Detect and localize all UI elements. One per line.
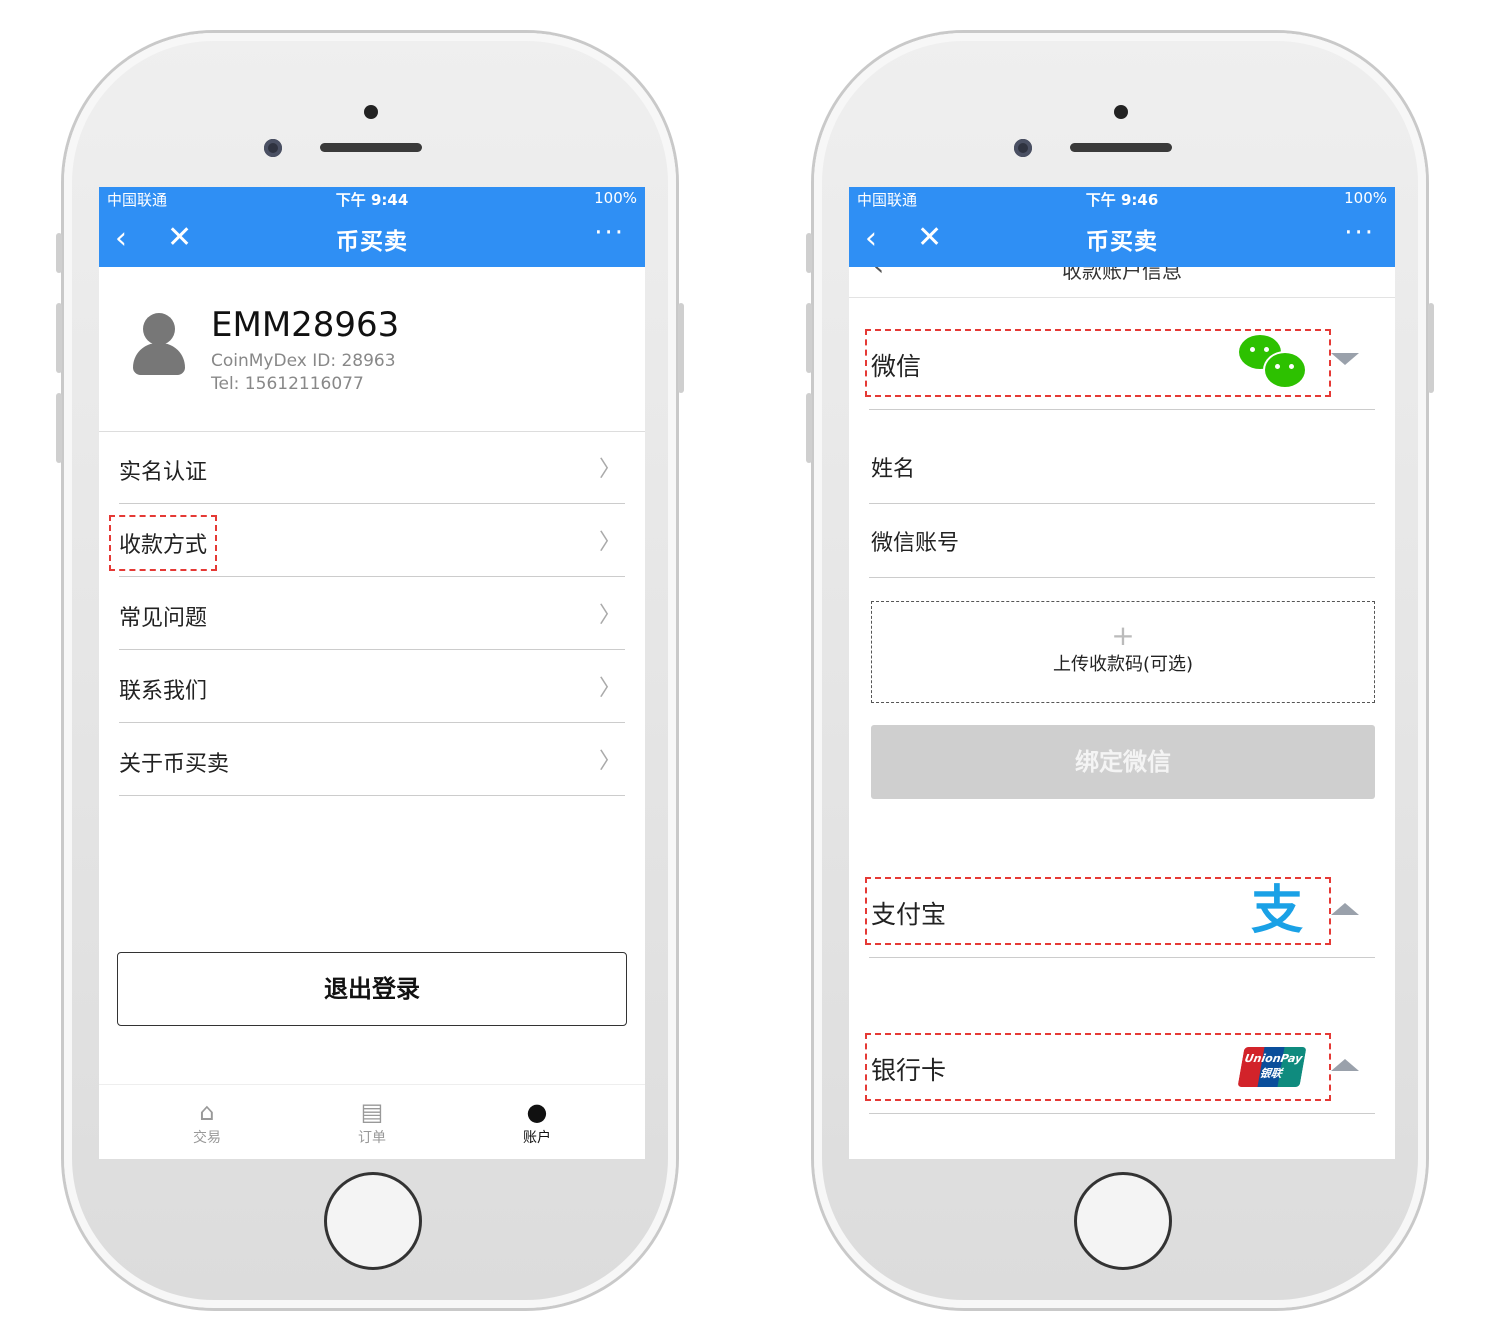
screen-account: 中国联通 下午 9:44 100% ‹ ✕ 币买卖 ··· EMM28963 C… [99, 187, 645, 1159]
front-camera [1014, 139, 1032, 157]
section-title: 微信 [871, 352, 922, 381]
menu-item-verification[interactable]: 实名认证 〉 [119, 431, 625, 504]
bind-wechat-button[interactable]: 绑定微信 [871, 725, 1375, 799]
volume-down-button [56, 393, 62, 463]
menu-item-about[interactable]: 关于币买卖 〉 [119, 723, 625, 796]
status-time: 下午 9:44 [335, 191, 409, 209]
sub-header: ‹ 收款账户信息 [849, 267, 1395, 298]
tab-label: 订单 [358, 1130, 386, 1146]
section-title: 支付宝 [871, 900, 947, 929]
sub-header-title: 收款账户信息 [1062, 267, 1182, 283]
field-label: 微信账号 [871, 531, 960, 556]
nav-bar: ‹ ✕ 币买卖 ··· [849, 209, 1395, 267]
upload-label: 上传收款码(可选) [1052, 654, 1194, 675]
more-icon[interactable]: ··· [1344, 218, 1375, 248]
upload-qr-area[interactable]: + 上传收款码(可选) [871, 601, 1375, 703]
name-field[interactable]: 姓名 [869, 431, 1375, 504]
battery-level: 100% [1344, 189, 1387, 207]
wechat-section-header[interactable]: 微信 [865, 329, 1375, 410]
home-button[interactable] [1074, 1172, 1172, 1270]
tab-bar: ⌂ 交易 ▤ 订单 ● 账户 [99, 1084, 645, 1159]
home-icon: ⌂ [199, 1098, 215, 1126]
proximity-sensor [364, 105, 378, 119]
user-icon: ● [526, 1098, 548, 1126]
tab-trade[interactable]: ⌂ 交易 [167, 1097, 247, 1147]
phone-right: 中国联通 下午 9:46 100% ‹ ✕ 币买卖 ··· ‹ 收款账户信息 微… [806, 33, 1434, 1308]
chevron-right-icon: 〉 [598, 749, 621, 774]
plus-icon: + [1111, 619, 1135, 652]
account-menu: 实名认证 〉 收款方式 〉 常见问题 〉 联系我们 〉 关于币买卖 〉 [108, 431, 625, 796]
unionpay-icon: UnionPay 银联 [1237, 1039, 1307, 1087]
logout-button[interactable]: 退出登录 [117, 952, 627, 1026]
user-id: CoinMyDex ID: 28963 [211, 351, 396, 371]
avatar-icon [133, 313, 185, 375]
wechat-icon [1239, 335, 1307, 389]
caret-down-icon[interactable] [1331, 353, 1359, 365]
menu-item-payment-methods[interactable]: 收款方式 〉 [108, 504, 625, 577]
page-title: 币买卖 [1086, 229, 1158, 255]
menu-item-label: 收款方式 [108, 515, 218, 571]
menu-item-faq[interactable]: 常见问题 〉 [119, 577, 625, 650]
status-bar: 中国联通 下午 9:44 100% [99, 187, 645, 209]
chevron-right-icon: 〉 [598, 530, 621, 555]
power-button [1428, 303, 1434, 393]
bank-card-section-header[interactable]: 银行卡 UnionPay 银联 [865, 1033, 1375, 1114]
menu-item-label: 常见问题 [119, 606, 208, 631]
caret-up-icon[interactable] [1331, 903, 1359, 915]
tab-label: 账户 [523, 1130, 551, 1146]
more-icon[interactable]: ··· [594, 218, 625, 248]
volume-up-button [806, 303, 812, 373]
tab-orders[interactable]: ▤ 订单 [332, 1097, 412, 1147]
front-camera [264, 139, 282, 157]
home-button[interactable] [324, 1172, 422, 1270]
power-button [678, 303, 684, 393]
volume-up-button [56, 303, 62, 373]
battery-level: 100% [594, 189, 637, 207]
earpiece-speaker [1070, 143, 1172, 152]
status-bar: 中国联通 下午 9:46 100% [849, 187, 1395, 209]
orders-icon: ▤ [360, 1098, 384, 1126]
volume-down-button [806, 393, 812, 463]
nav-bar: ‹ ✕ 币买卖 ··· [99, 209, 645, 267]
profile-card: EMM28963 CoinMyDex ID: 28963 Tel: 156121… [99, 267, 645, 432]
field-label: 姓名 [871, 457, 916, 482]
chevron-right-icon: 〉 [598, 676, 621, 701]
alipay-icon: 支 [1250, 881, 1303, 941]
wechat-account-field[interactable]: 微信账号 [869, 505, 1375, 578]
menu-item-label: 联系我们 [119, 679, 208, 704]
tab-label: 交易 [193, 1130, 221, 1146]
tab-account[interactable]: ● 账户 [497, 1097, 577, 1147]
screen-payment-info: 中国联通 下午 9:46 100% ‹ ✕ 币买卖 ··· ‹ 收款账户信息 微… [849, 187, 1395, 1159]
mute-switch [56, 233, 62, 273]
section-title: 银行卡 [871, 1056, 947, 1085]
proximity-sensor [1114, 105, 1128, 119]
phone-left: 中国联通 下午 9:44 100% ‹ ✕ 币买卖 ··· EMM28963 C… [56, 33, 684, 1308]
chevron-right-icon: 〉 [598, 603, 621, 628]
unionpay-cn-text: 银联 [1258, 1067, 1283, 1080]
unionpay-text: UnionPay [1243, 1052, 1304, 1065]
caret-up-icon[interactable] [1331, 1059, 1359, 1071]
page-title: 币买卖 [336, 229, 408, 255]
username: EMM28963 [211, 305, 400, 345]
chevron-right-icon: 〉 [598, 457, 621, 482]
mute-switch [806, 233, 812, 273]
menu-item-label: 实名认证 [119, 460, 208, 485]
alipay-section-header[interactable]: 支付宝 支 [865, 877, 1375, 958]
menu-item-label: 关于币买卖 [119, 752, 230, 777]
status-time: 下午 9:46 [1085, 191, 1159, 209]
menu-item-contact[interactable]: 联系我们 〉 [119, 650, 625, 723]
earpiece-speaker [320, 143, 422, 152]
user-tel: Tel: 15612116077 [211, 374, 364, 394]
